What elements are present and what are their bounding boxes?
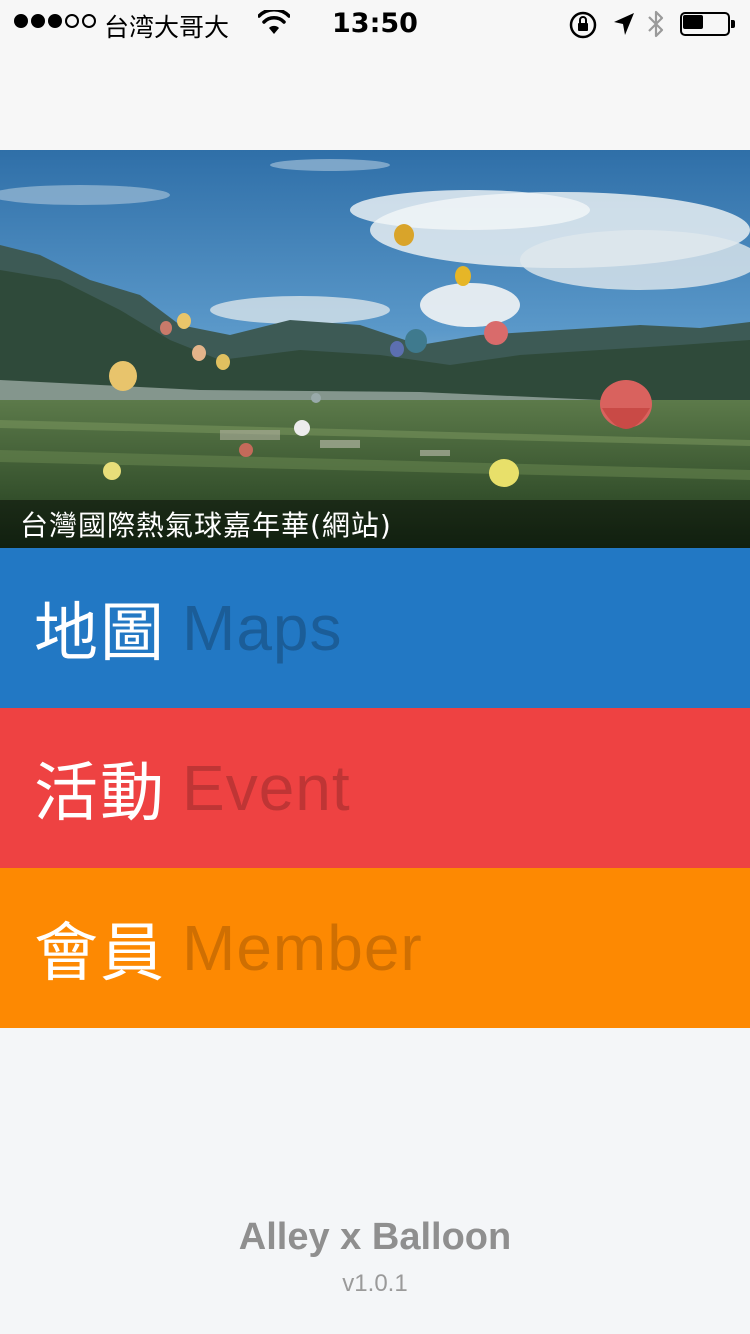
clock-time: 13:50 [332, 8, 418, 39]
maps-tile-button[interactable]: 地圖 Maps [0, 548, 750, 708]
status-bar: 台湾大哥大 13:50 [0, 0, 750, 150]
event-title-en: Event [182, 752, 351, 824]
maps-title-en: Maps [182, 592, 343, 664]
hero-caption: 台灣國際熱氣球嘉年華(網站) [20, 509, 392, 542]
bluetooth-icon [648, 10, 664, 38]
maps-title-zh: 地圖 [34, 597, 166, 671]
battery-icon [680, 12, 736, 36]
event-tile-button[interactable]: 活動 Event [0, 708, 750, 868]
rotation-lock-icon [569, 11, 597, 39]
app-screen: 台湾大哥大 13:50 台灣國際熱氣球嘉年華(網站) 地圖 Maps 活動 Ev… [0, 0, 750, 1334]
member-tile-button[interactable]: 會員 Member [0, 868, 750, 1028]
event-title-zh: 活動 [34, 757, 166, 831]
member-title-zh: 會員 [34, 917, 166, 991]
location-arrow-icon [614, 13, 634, 35]
hero-banner-link[interactable]: 台灣國際熱氣球嘉年華(網站) [0, 150, 750, 548]
brand-logo: Alley x Balloon [238, 1216, 512, 1258]
app-version: v1.0.1 [342, 1270, 408, 1297]
member-title-en: Member [182, 912, 423, 984]
hero-balloon-photo [0, 150, 750, 548]
